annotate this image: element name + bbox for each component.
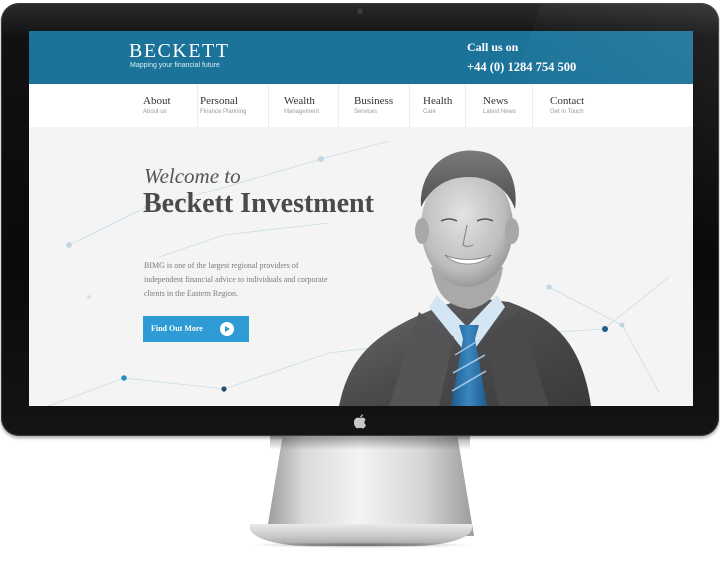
call-label: Call us on: [467, 40, 519, 54]
hero-section: Welcome to Beckett Investment BIMG is on…: [29, 127, 693, 406]
base-shadow: [248, 542, 474, 548]
brand-tagline: Mapping your financial future: [130, 62, 220, 69]
main-nav: About About us Personal Finance Planning…: [29, 84, 693, 128]
nav-title: News: [483, 95, 509, 107]
monitor-stand: [266, 436, 474, 536]
nav-subtitle: Latest News: [483, 109, 517, 115]
nav-subtitle: Services: [354, 109, 378, 115]
brand-logo[interactable]: BECKETT: [129, 40, 230, 63]
nav-subtitle: Get in Touch: [550, 109, 584, 115]
hero-description: BIMG is one of the largest regional prov…: [144, 261, 328, 298]
nav-subtitle: Care: [423, 109, 437, 115]
find-out-more-button[interactable]: Find Out More: [143, 316, 249, 342]
nav-title: Contact: [550, 95, 585, 107]
nav-item-personal[interactable]: Personal Finance Planning: [200, 84, 269, 127]
nav-item-contact[interactable]: Contact Get in Touch: [550, 84, 610, 127]
businessman-portrait: [339, 150, 591, 406]
nav-item-health[interactable]: Health Care: [423, 84, 466, 127]
camera-icon: [357, 8, 363, 14]
nav-item-about[interactable]: About About us: [143, 84, 198, 127]
nav-item-business[interactable]: Business Services: [354, 84, 410, 127]
phone-number[interactable]: +44 (0) 1284 754 500: [467, 60, 576, 75]
arrow-right-icon: [220, 322, 234, 336]
nav-item-news[interactable]: News Latest News: [483, 84, 533, 127]
nav-item-wealth[interactable]: Wealth Management: [284, 84, 339, 127]
welcome-text: Welcome to: [144, 164, 241, 188]
header-bar: BECKETT Mapping your financial future Ca…: [29, 31, 693, 84]
nav-title: Wealth: [284, 95, 315, 107]
cta-label: Find Out More: [151, 324, 203, 333]
nav-title: Personal: [200, 95, 238, 107]
apple-logo-icon: [353, 414, 366, 429]
nav-subtitle: About us: [143, 109, 167, 115]
nav-title: Business: [354, 95, 394, 107]
monitor-bezel: BECKETT Mapping your financial future Ca…: [1, 3, 719, 436]
nav-title: Health: [423, 95, 453, 107]
nav-subtitle: Finance Planning: [200, 109, 247, 115]
nav-title: About: [143, 95, 171, 107]
stand-shadow: [270, 436, 470, 450]
nav-subtitle: Management: [284, 109, 320, 115]
website-screen: BECKETT Mapping your financial future Ca…: [29, 31, 693, 406]
